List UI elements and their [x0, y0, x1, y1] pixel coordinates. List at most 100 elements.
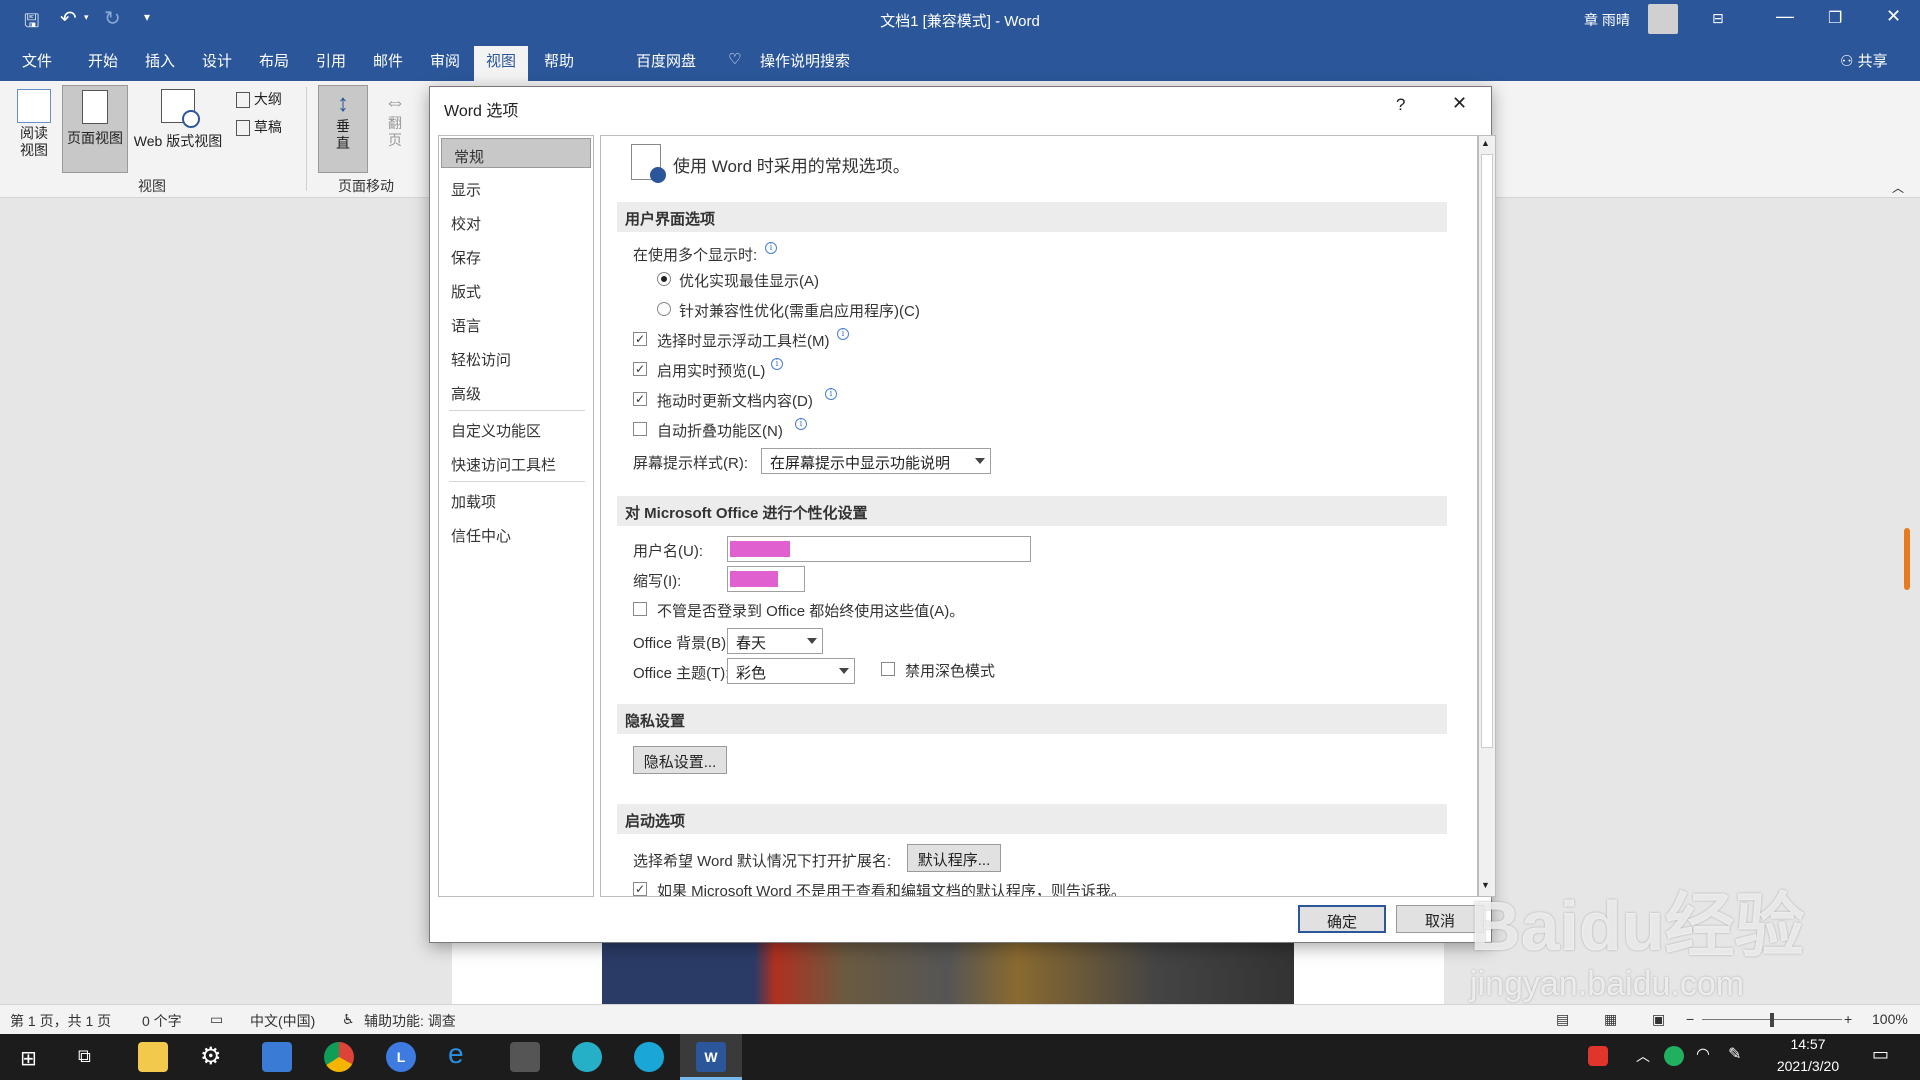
scroll-thumb[interactable]: [1481, 154, 1493, 748]
nav-save[interactable]: 保存: [439, 240, 593, 270]
background-select[interactable]: 春天: [727, 628, 823, 654]
tab-help[interactable]: 帮助: [544, 50, 574, 71]
options-scrollbar[interactable]: ▲ ▼: [1478, 135, 1496, 897]
doc-scroll-thumb[interactable]: [1904, 528, 1910, 590]
page-count[interactable]: 第 1 页，共 1 页: [10, 1011, 111, 1031]
tray-app-icon[interactable]: [1664, 1046, 1684, 1066]
tab-insert[interactable]: 插入: [145, 50, 175, 71]
proofing-icon[interactable]: ▭: [210, 1011, 223, 1028]
print-layout-label: 页面视图: [67, 130, 123, 146]
tell-me-search[interactable]: 操作说明搜索: [760, 50, 850, 71]
checkbox-tell-me[interactable]: ✓: [633, 882, 647, 896]
checkbox-update-drag[interactable]: ✓: [633, 392, 647, 406]
screentip-value: 在屏幕提示中显示功能说明: [770, 455, 951, 472]
clock-date[interactable]: 2021/3/20: [1766, 1058, 1850, 1074]
nav-display[interactable]: 显示: [439, 172, 593, 202]
radio-best-display[interactable]: [657, 272, 671, 286]
nav-proofing[interactable]: 校对: [439, 206, 593, 236]
web-layout-button[interactable]: Web 版式视图: [128, 89, 228, 151]
checkbox-live-preview[interactable]: ✓: [633, 362, 647, 376]
language-status[interactable]: 中文(中国): [250, 1011, 315, 1031]
tab-view[interactable]: 视图: [474, 46, 529, 81]
tab-baidu-netdisk[interactable]: 百度网盘: [636, 50, 696, 71]
default-programs-button[interactable]: 默认程序...: [907, 844, 1001, 872]
print-layout-button[interactable]: 页面视图: [62, 85, 128, 173]
accessibility-status[interactable]: 辅助功能: 调查: [364, 1011, 456, 1031]
collapse-ribbon-icon[interactable]: ︿: [1892, 179, 1904, 196]
task-view-icon[interactable]: ⧉: [78, 1046, 91, 1067]
help-icon[interactable]: ?: [1396, 95, 1405, 115]
username-input[interactable]: [727, 536, 1031, 562]
close-dialog-icon[interactable]: ✕: [1452, 93, 1467, 114]
word-count[interactable]: 0 个字: [142, 1011, 182, 1031]
side-to-side-button[interactable]: ⇔ 翻 页: [374, 89, 416, 149]
word-taskbar-button[interactable]: W: [680, 1034, 742, 1080]
settings-icon[interactable]: ⚙: [200, 1042, 222, 1071]
tab-review[interactable]: 审阅: [430, 50, 460, 71]
avatar[interactable]: [1648, 4, 1678, 34]
scroll-up-icon[interactable]: ▲: [1481, 138, 1490, 148]
theme-select[interactable]: 彩色: [727, 658, 855, 684]
document-image[interactable]: [602, 940, 1294, 1004]
nav-typography[interactable]: 版式: [439, 274, 593, 304]
info-icon: i: [825, 388, 837, 400]
edge-icon[interactable]: [572, 1042, 602, 1072]
notification-icon[interactable]: ▭: [1872, 1044, 1889, 1065]
l-app-icon[interactable]: L: [386, 1042, 416, 1072]
info-icon: i: [795, 418, 807, 430]
tray-expand-icon[interactable]: ︿: [1636, 1046, 1650, 1066]
windows-start-icon[interactable]: ⊞: [20, 1046, 37, 1071]
nav-accessibility[interactable]: 轻松访问: [439, 342, 593, 372]
checkbox-mini-toolbar[interactable]: ✓: [633, 332, 647, 346]
read-mode-button[interactable]: 阅读 视图: [14, 89, 54, 159]
nav-quick-access-toolbar[interactable]: 快速访问工具栏: [439, 447, 593, 477]
initials-input[interactable]: [727, 566, 805, 592]
sogou-ime-icon[interactable]: [1588, 1046, 1608, 1066]
privacy-settings-button[interactable]: 隐私设置...: [633, 746, 727, 774]
screentip-label: 屏幕提示样式(R):: [633, 455, 748, 472]
nav-customize-ribbon[interactable]: 自定义功能区: [439, 413, 593, 443]
ribbon-display-icon[interactable]: ⊟: [1712, 10, 1724, 27]
outline-button[interactable]: 大纲: [236, 89, 282, 109]
mini-toolbar-label: 选择时显示浮动工具栏(M): [657, 333, 830, 350]
pen-icon[interactable]: ✎: [1728, 1044, 1741, 1064]
q-app-icon[interactable]: [634, 1042, 664, 1072]
checkbox-disable-dark[interactable]: [881, 662, 895, 676]
nav-add-ins[interactable]: 加载项: [439, 484, 593, 514]
ie-icon[interactable]: e: [448, 1038, 464, 1070]
wifi-icon[interactable]: ◠: [1696, 1044, 1710, 1064]
tab-file[interactable]: 文件: [22, 50, 52, 71]
ok-button[interactable]: 确定: [1298, 905, 1386, 933]
tab-home[interactable]: 开始: [88, 50, 118, 71]
draft-button[interactable]: 草稿: [236, 117, 282, 137]
person-icon: ⚇: [1840, 53, 1858, 70]
close-window-icon[interactable]: ✕: [1886, 6, 1901, 27]
user-name[interactable]: 章 雨晴: [1584, 10, 1630, 30]
tab-layout[interactable]: 布局: [259, 50, 289, 71]
dialog-title: Word 选项: [444, 103, 519, 120]
chrome-icon[interactable]: [324, 1042, 354, 1072]
nav-general[interactable]: 常规: [441, 138, 591, 168]
minimize-icon[interactable]: —: [1776, 6, 1794, 27]
word-icon: W: [696, 1042, 726, 1072]
nav-advanced[interactable]: 高级: [439, 376, 593, 406]
checkbox-collapse-ribbon[interactable]: [633, 422, 647, 436]
share-button[interactable]: ⚇ 共享: [1840, 50, 1888, 71]
radio-compat[interactable]: [657, 302, 671, 316]
redacted-initials: [730, 571, 778, 587]
screentip-select[interactable]: 在屏幕提示中显示功能说明: [761, 448, 991, 474]
nav-language[interactable]: 语言: [439, 308, 593, 338]
checkbox-always-use[interactable]: [633, 602, 647, 616]
store-icon[interactable]: [510, 1042, 540, 1072]
nav-trust-center[interactable]: 信任中心: [439, 518, 593, 548]
tab-mailings[interactable]: 邮件: [373, 50, 403, 71]
tab-design[interactable]: 设计: [202, 50, 232, 71]
photos-icon[interactable]: [262, 1042, 292, 1072]
restore-icon[interactable]: ❐: [1828, 8, 1842, 28]
file-explorer-icon[interactable]: [138, 1042, 168, 1072]
vertical-button[interactable]: ↕ 垂 直: [318, 85, 368, 173]
tab-references[interactable]: 引用: [316, 50, 346, 71]
vertical-scroll-icon: ↕: [337, 90, 349, 117]
web-layout-label: Web 版式视图: [133, 133, 223, 149]
outline-label: 大纲: [253, 91, 282, 107]
